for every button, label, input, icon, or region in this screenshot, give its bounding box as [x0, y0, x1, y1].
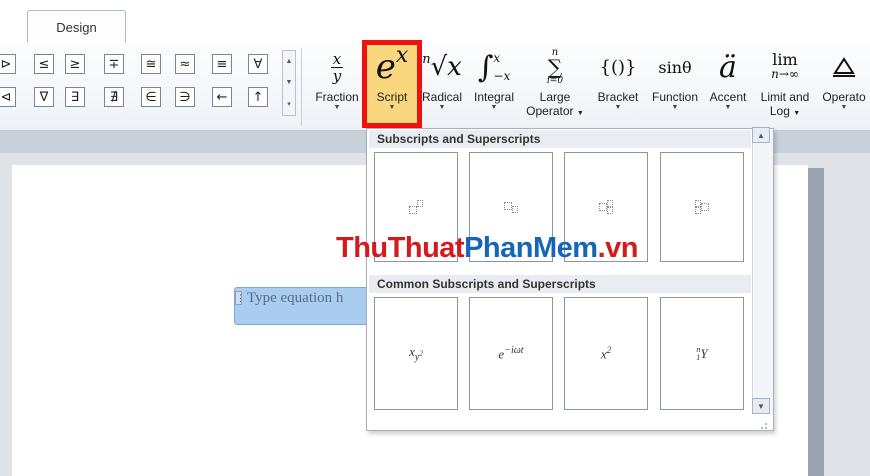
symbol-button[interactable]: ←	[212, 87, 232, 107]
function-button[interactable]: sinθ Function ▼	[645, 44, 705, 126]
symbol-button[interactable]: ≤	[34, 54, 54, 74]
symbol-button[interactable]: ∇	[34, 87, 54, 107]
symbol-button[interactable]: ≥	[65, 54, 85, 74]
common-square-template[interactable]: x2	[564, 297, 648, 410]
dropdown-arrow-icon: ▼	[840, 104, 848, 111]
subsup-structure-icon	[599, 200, 613, 214]
ribbon-tab-bar	[0, 0, 870, 43]
equation-handle-icon[interactable]: ⋮	[235, 291, 245, 305]
resize-grip-icon[interactable]	[370, 418, 770, 430]
dropdown-arrow-icon: ▼	[388, 104, 396, 111]
formula-pre-script-y: n1Y	[696, 344, 708, 362]
dropdown-arrow-icon: ▼	[438, 104, 446, 111]
dropdown-arrow-icon: ▼	[614, 104, 622, 111]
gallery-scroll-up-icon[interactable]: ▲	[752, 127, 770, 143]
limit-log-button[interactable]: lim n→∞ Limit and Log ▼	[755, 44, 815, 126]
dropdown-arrow-icon: ▼	[671, 104, 679, 111]
large-operator-button[interactable]: n ∑ i=0 Large Operator ▼	[525, 44, 585, 126]
section-header-subscripts-superscripts: Subscripts and Superscripts	[369, 130, 751, 148]
left-subscript-superscript-template[interactable]	[660, 152, 744, 262]
formula-x-squared: x2	[600, 344, 612, 362]
symbol-button[interactable]: ≈	[175, 54, 195, 74]
more-icon[interactable]: ▾	[283, 93, 295, 114]
bracket-icon: {()}	[599, 56, 637, 78]
symbol-button[interactable]: ≅	[141, 54, 161, 74]
limit-log-label: Limit and	[760, 90, 810, 104]
radical-label: Radical	[421, 90, 463, 104]
bracket-button[interactable]: {()} Bracket ▼	[592, 44, 644, 126]
symbol-button[interactable]: ⊳	[0, 54, 16, 74]
left-subsup-structure-icon	[695, 200, 709, 214]
radical-button[interactable]: n √x Radical ▼	[418, 44, 466, 126]
function-label: Function	[651, 90, 699, 104]
symbol-button[interactable]: ∓	[104, 54, 124, 74]
symbol-button[interactable]: ∃	[65, 87, 85, 107]
symbol-button[interactable]: ≡	[212, 54, 232, 74]
symbol-button[interactable]: ↑	[248, 87, 268, 107]
accent-label: Accent	[709, 90, 747, 104]
symbol-button[interactable]: ∄	[104, 87, 124, 107]
limit-log-label2: Log ▼	[769, 104, 801, 118]
dropdown-arrow-icon: ▼	[490, 104, 498, 111]
symbol-button[interactable]: ∈	[141, 87, 161, 107]
operator-button[interactable]: Operato ▼	[818, 44, 870, 126]
operator-label: Operato	[822, 90, 866, 104]
formula-x-sub-y2: xy2	[409, 344, 423, 363]
common-left-script-template[interactable]: n1Y	[660, 297, 744, 410]
group-divider	[301, 48, 302, 126]
tab-design[interactable]: Design	[27, 10, 126, 43]
radical-icon: n √x	[422, 51, 462, 83]
integral-button[interactable]: ∫ x −x Integral ▼	[468, 44, 520, 126]
symbol-button[interactable]: ∀	[248, 54, 268, 74]
script-button[interactable]: ex Script ▼	[367, 42, 417, 126]
fraction-label: Fraction	[315, 90, 359, 104]
fraction-button[interactable]: x y Fraction ▼	[311, 44, 363, 126]
scroll-down-icon[interactable]: ▼	[283, 72, 295, 93]
equation-placeholder[interactable]: Type equation h	[247, 290, 374, 307]
watermark-logo: ThuThuatPhanMem.vn	[336, 232, 638, 264]
script-label: Script	[376, 90, 408, 104]
accent-button[interactable]: ä Accent ▼	[705, 44, 751, 126]
integral-label: Integral	[473, 90, 515, 104]
symbols-scrollbar[interactable]: ▲ ▼ ▾	[282, 50, 296, 116]
subscript-structure-icon	[504, 201, 518, 213]
common-subscript-template[interactable]: xy2	[374, 297, 458, 410]
section-header-common: Common Subscripts and Superscripts	[369, 275, 751, 293]
symbol-button[interactable]: ∋	[175, 87, 195, 107]
superscript-structure-icon	[409, 200, 423, 214]
dropdown-arrow-icon: ▼	[333, 104, 341, 111]
gallery-scrollbar[interactable]	[752, 130, 773, 414]
dropdown-arrow-icon: ▼	[724, 104, 732, 111]
formula-e-power: e−iωt	[498, 344, 524, 362]
summation-icon: n ∑ i=0	[546, 47, 564, 86]
scroll-up-icon[interactable]: ▲	[283, 51, 295, 72]
large-operator-label: Large	[539, 90, 571, 104]
accent-icon: ä	[719, 49, 737, 85]
script-icon: ex	[375, 42, 409, 88]
gallery-scroll-down-icon[interactable]: ▼	[752, 398, 770, 414]
page-shadow	[806, 168, 824, 476]
common-exponential-template[interactable]: e−iωt	[469, 297, 553, 410]
limit-icon: lim n→∞	[771, 50, 799, 82]
operator-icon	[831, 44, 857, 90]
integral-icon: ∫ x −x	[477, 49, 511, 85]
large-operator-label2: Operator ▼	[526, 104, 584, 118]
bracket-label: Bracket	[597, 90, 639, 104]
fraction-icon: x y	[331, 49, 343, 85]
symbol-button[interactable]: ⊲	[0, 87, 16, 107]
function-icon: sinθ	[658, 57, 692, 77]
